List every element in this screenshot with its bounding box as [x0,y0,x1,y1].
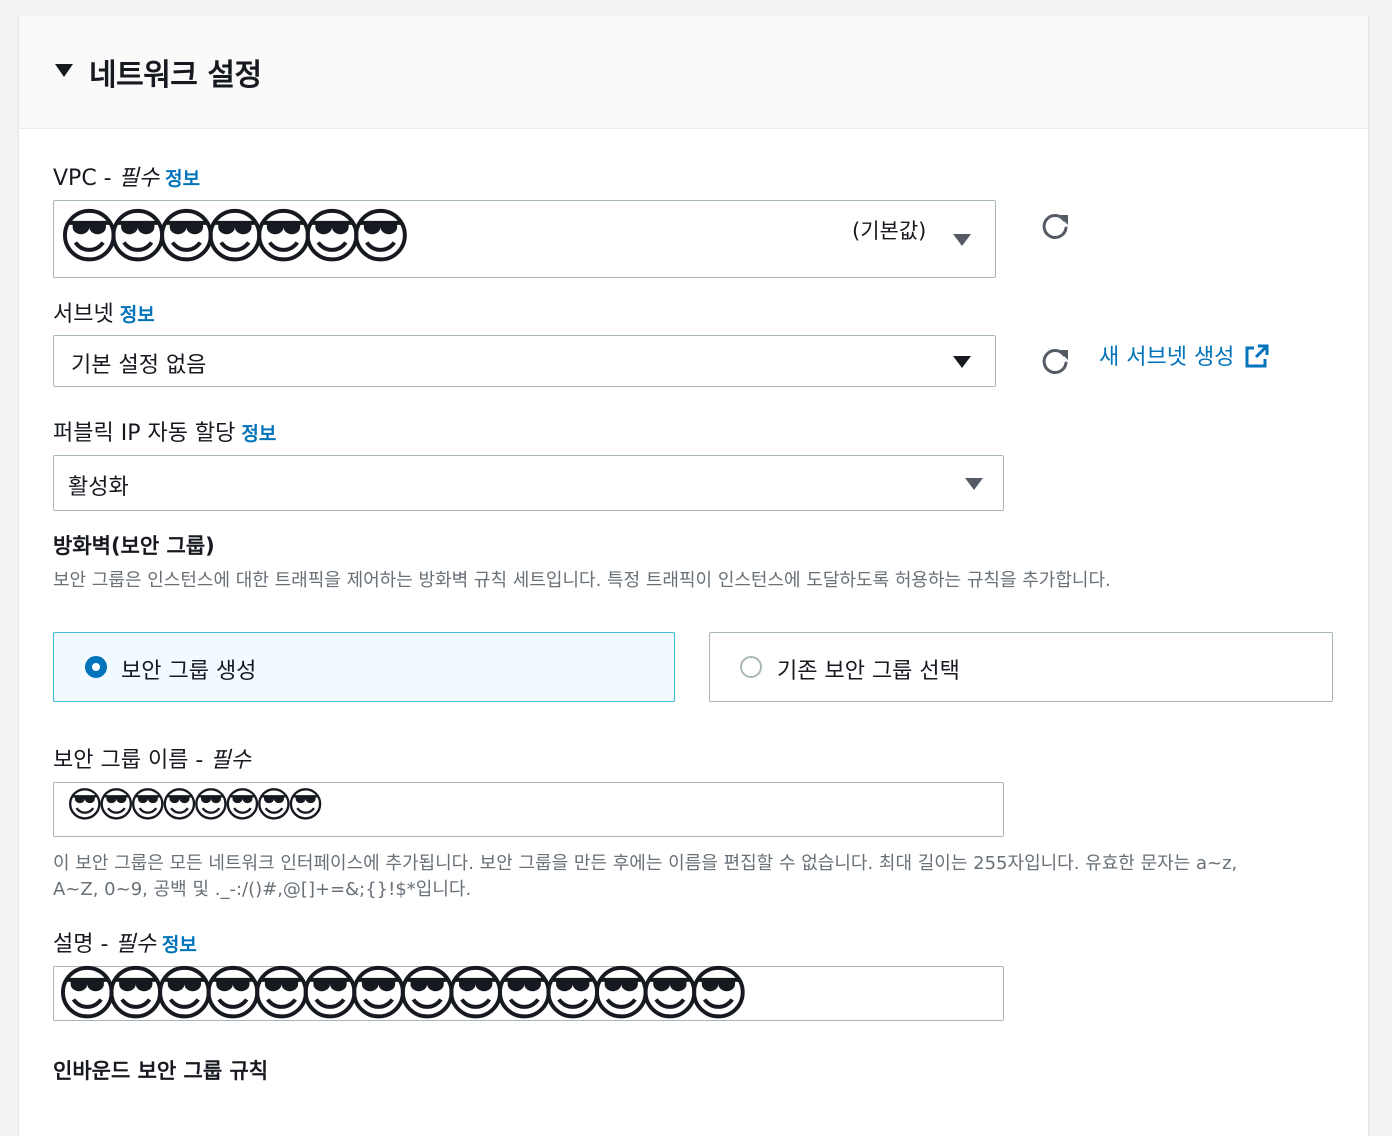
refresh-icon[interactable] [1041,211,1071,241]
subnet-select[interactable]: 기본 설정 없음 [53,335,996,387]
caret-down-icon[interactable] [55,64,73,77]
chevron-down-icon [953,234,971,246]
vpc-required: 필수 [118,166,160,191]
description-info-link[interactable]: 정보 [162,934,197,956]
sg-name-input[interactable]: 😎😎😎😎😎😎😎😎 [53,782,1004,837]
radio-button[interactable] [740,656,762,678]
sg-name-required: 필수 [210,748,251,773]
public-ip-label: 퍼블릭 IP 자동 할당 정보 [53,415,276,447]
description-label: 설명 - 필수 정보 [53,932,197,957]
vpc-select[interactable]: 😎😎😎😎😎😎😎 (기본값) [53,200,996,278]
external-link-icon [1245,344,1269,368]
description-label-text: 설명 [53,932,94,957]
radio-button[interactable] [85,656,107,678]
description-required: 필수 [115,932,156,957]
create-subnet-link[interactable]: 새 서브넷 생성 [1099,338,1269,371]
panel-title: 네트워크 설정 [89,58,262,93]
radio-existing-label: 기존 보안 그룹 선택 [777,659,960,684]
description-input[interactable]: 😎😎😎😎😎😎😎😎😎😎😎😎😎😎 [53,959,1004,1029]
public-ip-info-link[interactable]: 정보 [241,423,276,445]
subnet-label: 서브넷 정보 [53,296,155,328]
radio-existing-security-group[interactable]: 기존 보안 그룹 선택 [709,632,1333,702]
public-ip-select-value: 활성화 [68,475,129,500]
refresh-icon[interactable] [1041,346,1071,376]
chevron-down-icon [965,478,983,490]
vpc-obscured-value: 😎😎😎😎😎😎😎 [58,202,412,272]
subnet-label-text: 서브넷 [53,302,114,327]
public-ip-select[interactable]: 활성화 [53,455,1004,511]
create-subnet-link-text[interactable]: 새 서브넷 생성 [1099,345,1234,370]
description-obscured-value: 😎😎😎😎😎😎😎😎😎😎😎😎😎😎 [56,959,750,1029]
firewall-description: 보안 그룹은 인스턴스에 대한 트래픽을 제어하는 방화벽 규칙 세트입니다. … [53,570,1111,591]
sg-name-help-2: A~Z, 0~9, 공백 및 ._-:/()#,@[]+=&;{}!$*입니다. [53,879,472,900]
radio-create-label: 보안 그룹 생성 [121,659,257,684]
sg-name-label: 보안 그룹 이름 - 필수 [53,748,251,773]
sg-name-obscured-value: 😎😎😎😎😎😎😎😎 [66,785,324,826]
panel-header[interactable]: 네트워크 설정 [19,16,1368,129]
radio-create-security-group[interactable]: 보안 그룹 생성 [53,632,675,702]
vpc-default-tag: (기본값) [852,219,927,243]
vpc-label: VPC - 필수 정보 [53,166,201,191]
public-ip-label-text: 퍼블릭 IP 자동 할당 [53,421,236,446]
subnet-select-value: 기본 설정 없음 [71,353,207,378]
sg-name-help-1: 이 보안 그룹은 모든 네트워크 인터페이스에 추가됩니다. 보안 그룹을 만든… [53,853,1238,874]
sg-name-label-text: 보안 그룹 이름 [53,748,189,773]
vpc-label-text: VPC [53,166,97,191]
firewall-title: 방화벽(보안 그룹) [53,534,215,558]
inbound-rules-title: 인바운드 보안 그룹 규칙 [53,1059,269,1083]
chevron-down-icon [953,356,971,368]
subnet-info-link[interactable]: 정보 [120,304,155,326]
vpc-info-link[interactable]: 정보 [165,168,200,190]
